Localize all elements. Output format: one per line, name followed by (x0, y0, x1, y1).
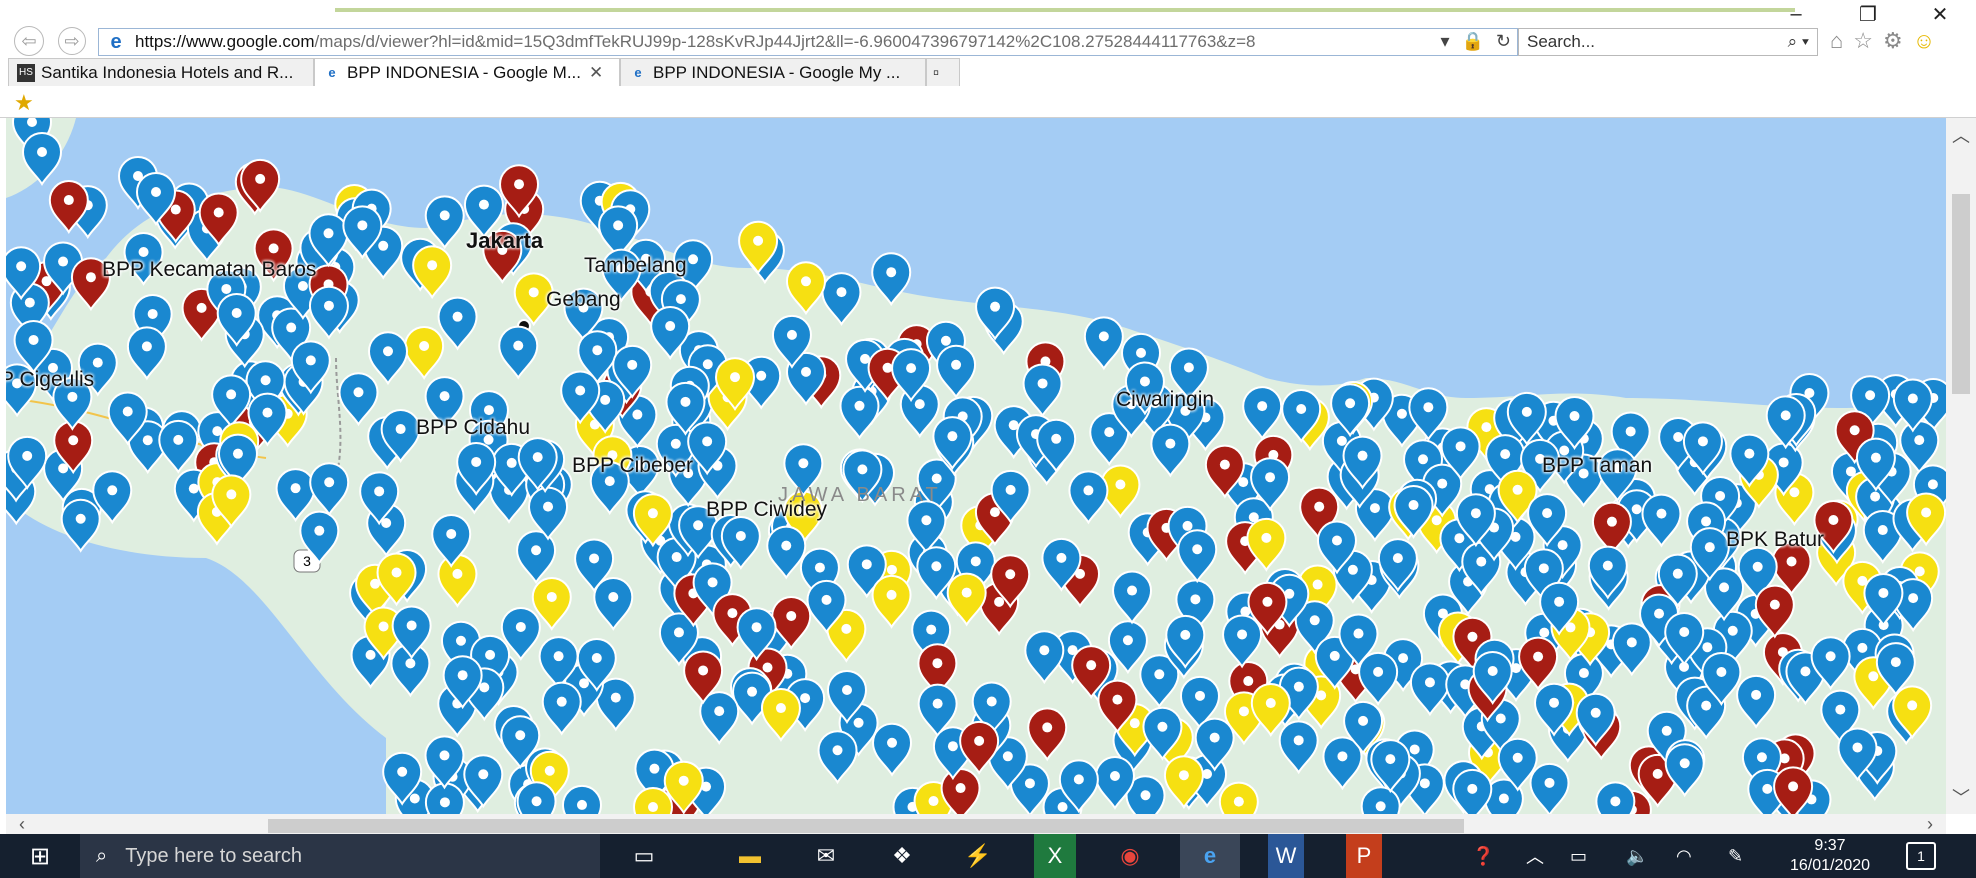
santika-favicon-icon: HS (17, 63, 35, 82)
chrome-icon[interactable]: ◉ (1100, 834, 1160, 878)
add-favorite-star-icon[interactable]: ★ (14, 90, 34, 116)
tab-label: Santika Indonesia Hotels and R... (41, 62, 294, 82)
search-placeholder: Search... (1527, 32, 1596, 51)
url-path: /maps/d/viewer?hl=id&mid=15Q3dmfTekRUJ99… (314, 32, 1256, 51)
smiley-feedback-icon[interactable]: ☺ (1913, 28, 1935, 54)
search-icon[interactable]: ⌕ ▾ (1788, 32, 1809, 52)
navigation-bar: ⇦ ⇨ e https://www.google.com/maps/d/view… (0, 26, 1976, 56)
map-label-cidahu[interactable]: BPP Cidahu (416, 416, 530, 440)
horizontal-scroll-thumb[interactable] (268, 819, 1464, 833)
url-host: https://www.google.com (135, 32, 315, 51)
search-box[interactable]: Search... ⌕ ▾ (1518, 28, 1818, 56)
forward-arrow-icon: ⇨ (64, 30, 80, 51)
home-icon[interactable]: ⌂ (1830, 28, 1843, 54)
action-center-icon[interactable]: 1 (1906, 842, 1936, 870)
dropdown-icon[interactable]: ▾ (1440, 31, 1449, 52)
map-pin-marker[interactable] (1595, 781, 1636, 814)
vertical-scroll-thumb[interactable] (1952, 194, 1970, 394)
dropbox-icon[interactable]: ❖ (872, 834, 932, 878)
excel-icon[interactable]: X (1034, 834, 1076, 878)
tab-bpp-indonesia-active[interactable]: e BPP INDONESIA - Google M... ✕ (314, 58, 620, 86)
search-magnifier-icon: ⌕ (96, 844, 108, 867)
scroll-left-arrow-icon[interactable]: ‹ (10, 814, 34, 835)
tab-label: BPP INDONESIA - Google M... (347, 62, 581, 82)
map-label-batur[interactable]: BPK Batur (1726, 528, 1824, 552)
scroll-down-arrow-icon[interactable]: ﹀ (1946, 784, 1976, 810)
tab-strip: HS Santika Indonesia Hotels and R... e B… (0, 56, 1976, 86)
word-icon[interactable]: W (1268, 834, 1304, 878)
wifi-icon[interactable]: ◠ (1676, 834, 1692, 878)
minimize-button[interactable]: – (1760, 0, 1832, 28)
taskbar-search-box[interactable]: ⌕ Type here to search (80, 834, 600, 878)
show-hidden-icons-chevron-icon[interactable]: ︿ (1526, 834, 1544, 878)
windows-logo-icon: ⊞ (29, 842, 51, 870)
ie-favicon-icon: e (634, 65, 642, 80)
browser-window: – ❐ ✕ ⇦ ⇨ e https://www.google.com/maps/… (0, 0, 1976, 878)
tab-santika[interactable]: HS Santika Indonesia Hotels and R... (8, 58, 314, 86)
lock-icon[interactable]: 🔒 (1461, 31, 1483, 52)
map-label-gebang[interactable]: Gebang (546, 288, 621, 312)
clock-time: 9:37 (1814, 837, 1846, 854)
title-bar (0, 0, 1976, 16)
svg-text:3: 3 (303, 553, 311, 569)
taskbar-clock[interactable]: 9:37 16/01/2020 (1770, 836, 1890, 876)
file-explorer-icon[interactable]: ▬ (720, 834, 780, 878)
map-pin-marker[interactable] (516, 781, 557, 814)
map-pin-marker[interactable] (561, 785, 602, 814)
map-label-ciwaringin[interactable]: Ciwaringin (1116, 388, 1214, 412)
address-bar[interactable]: e https://www.google.com/maps/d/viewer?h… (98, 28, 1518, 56)
map-canvas[interactable]: 3 (6, 118, 1946, 814)
map-label-baros[interactable]: BPP Kecamatan Baros (102, 258, 316, 282)
help-icon[interactable]: ❓ (1472, 834, 1494, 878)
scroll-right-arrow-icon[interactable]: › (1918, 814, 1942, 835)
map-label-jawa-barat: JAWA BARAT (778, 484, 942, 506)
ie-logo-icon: e (110, 30, 122, 53)
notification-count: 1 (1917, 848, 1925, 864)
tab-bpp-indonesia-2[interactable]: e BPP INDONESIA - Google My ... (620, 58, 926, 86)
start-button[interactable]: ⊞ (0, 834, 80, 878)
map-label-jakarta[interactable]: Jakarta (466, 228, 543, 254)
new-tab-button[interactable]: ▫ (926, 58, 960, 86)
restore-button[interactable]: ❐ (1832, 0, 1904, 28)
map-label-cibeber[interactable]: BPP Cibeber (572, 454, 693, 478)
pen-icon[interactable]: ✎ (1728, 834, 1743, 878)
battery-icon[interactable]: ▭ (1570, 834, 1587, 878)
internet-explorer-icon[interactable]: e (1180, 834, 1240, 878)
volume-icon[interactable]: 🔈 (1626, 834, 1648, 878)
page-load-progress-bar (335, 8, 1795, 12)
map-label-taman[interactable]: BPP Taman (1542, 454, 1652, 478)
window-controls: – ❐ ✕ (1760, 0, 1976, 28)
settings-gear-icon[interactable]: ⚙ (1883, 28, 1903, 54)
taskbar-search-placeholder: Type here to search (125, 844, 302, 867)
vertical-scrollbar[interactable]: ︿ ﹀ (1946, 118, 1976, 814)
tab-label: BPP INDONESIA - Google My ... (653, 62, 901, 82)
mail-icon[interactable]: ✉ (796, 834, 856, 878)
favorites-bar: ★ (0, 86, 1976, 118)
close-tab-icon[interactable]: ✕ (589, 63, 603, 83)
google-my-maps-view[interactable]: 3 BPP Kecamatan Baros Jakarta Tambelang … (6, 118, 1946, 814)
map-label-tambelang[interactable]: Tambelang (584, 254, 687, 278)
favorites-star-icon[interactable]: ☆ (1853, 28, 1873, 54)
map-pin-marker[interactable] (1218, 781, 1259, 814)
refresh-icon[interactable]: ↻ (1496, 31, 1511, 52)
task-view-icon[interactable]: ▭ (614, 834, 674, 878)
close-window-button[interactable]: ✕ (1904, 0, 1976, 28)
quick-launch-icon[interactable]: ⚡ (948, 834, 1008, 878)
ie-favicon-icon: e (328, 65, 336, 80)
scroll-up-arrow-icon[interactable]: ︿ (1946, 122, 1976, 148)
back-button[interactable]: ⇦ (14, 26, 44, 56)
map-label-cigeulis[interactable]: P Cigeulis (6, 368, 94, 392)
forward-button[interactable]: ⇨ (58, 27, 86, 55)
powerpoint-icon[interactable]: P (1346, 834, 1382, 878)
new-tab-icon: ▫ (933, 62, 940, 82)
url-text[interactable]: https://www.google.com/maps/d/viewer?hl=… (135, 32, 1256, 52)
back-arrow-icon: ⇦ (21, 30, 37, 51)
clock-date: 16/01/2020 (1789, 857, 1871, 874)
